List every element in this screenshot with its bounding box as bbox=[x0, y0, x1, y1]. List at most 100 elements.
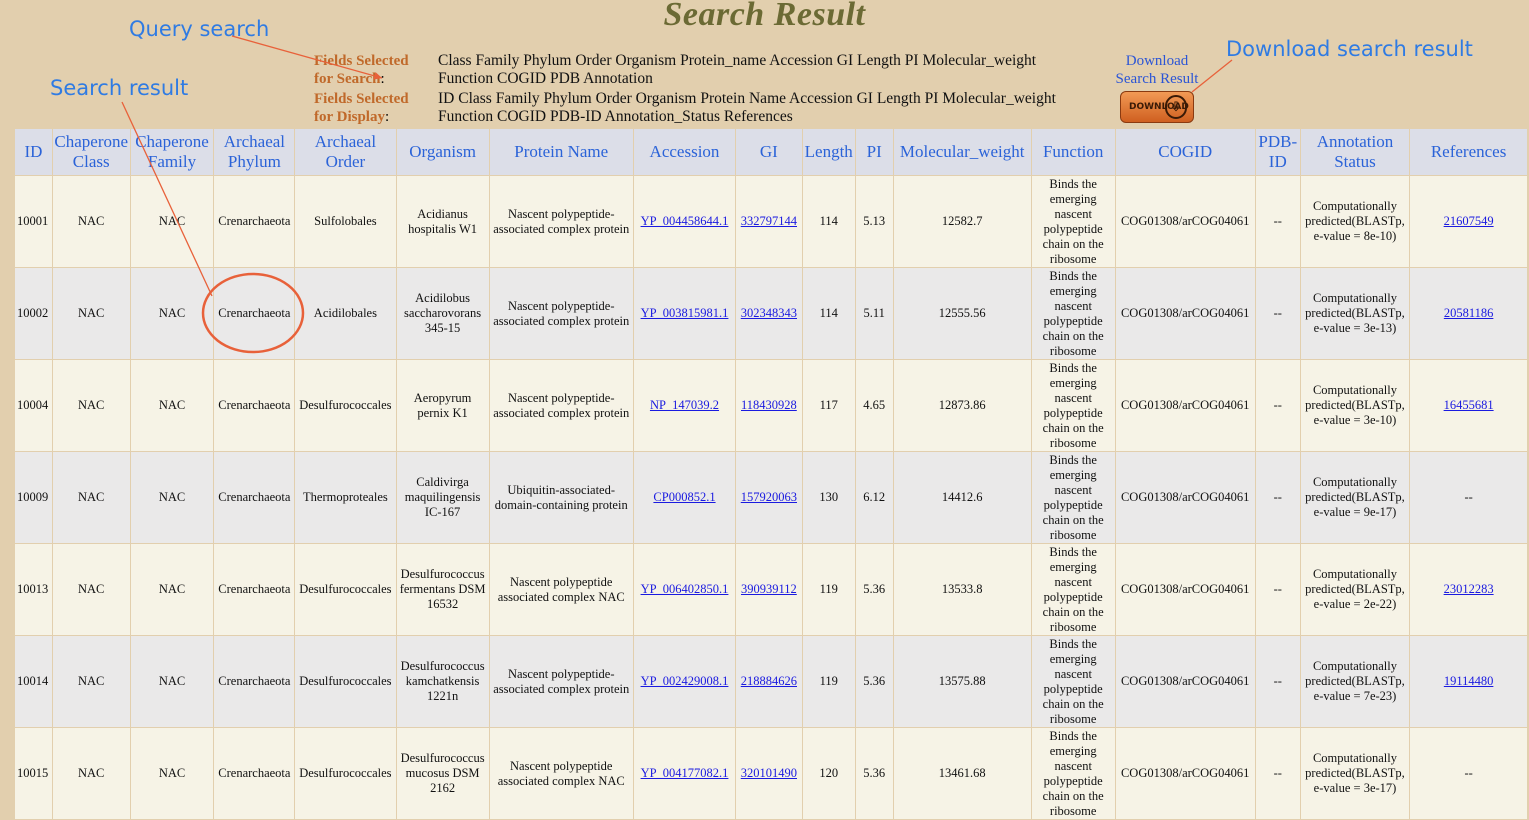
accession-link[interactable]: YP_004458644.1 bbox=[641, 214, 729, 228]
accession-link[interactable]: CP000852.1 bbox=[653, 490, 715, 504]
gi-link[interactable]: 302348343 bbox=[741, 306, 797, 320]
download-arrow-icon: ⇩ bbox=[1165, 95, 1187, 119]
column-header: ID bbox=[14, 128, 53, 176]
archaeal-order-cell: Thermoproteales bbox=[294, 451, 397, 544]
protein-name-cell: Nascent polypeptide-associated complex p… bbox=[488, 267, 634, 360]
reference-link[interactable]: 20581186 bbox=[1444, 306, 1494, 320]
gi-link[interactable]: 157920063 bbox=[741, 490, 797, 504]
protein-name-cell: Nascent polypeptide-associated complex p… bbox=[488, 175, 634, 268]
accession-cell: CP000852.1 bbox=[632, 451, 737, 544]
function-cell: Binds the emerging nascent polypeptide c… bbox=[1030, 727, 1116, 820]
gi-cell: 332797144 bbox=[735, 175, 803, 268]
molecular-weight-cell: 12582.7 bbox=[892, 175, 1032, 268]
query-search-annotation: Query search bbox=[129, 17, 270, 41]
chaperone-class-cell: NAC bbox=[51, 359, 131, 452]
column-header: GI bbox=[735, 128, 803, 176]
archaeal-order-cell: Desulfurococcales bbox=[294, 635, 397, 728]
function-cell: Binds the emerging nascent polypeptide c… bbox=[1030, 267, 1116, 360]
annotation-status-cell: Computationally predicted(BLASTp, e-valu… bbox=[1299, 175, 1411, 268]
pi-cell: 5.11 bbox=[854, 267, 894, 360]
pdb-id-cell: -- bbox=[1254, 727, 1301, 820]
reference-cell: 19114480 bbox=[1409, 635, 1528, 728]
gi-link[interactable]: 390939112 bbox=[741, 582, 797, 596]
archaeal-order-cell: Desulfurococcales bbox=[294, 543, 397, 636]
accession-link[interactable]: YP_002429008.1 bbox=[641, 674, 729, 688]
gi-cell: 320101490 bbox=[735, 727, 803, 820]
accession-link[interactable]: NP_147039.2 bbox=[650, 398, 719, 412]
chaperone-family-cell: NAC bbox=[129, 543, 215, 636]
gi-link[interactable]: 218884626 bbox=[741, 674, 797, 688]
archaeal-phylum-cell: Crenarchaeota bbox=[213, 451, 296, 544]
function-cell: Binds the emerging nascent polypeptide c… bbox=[1030, 359, 1116, 452]
length-cell: 120 bbox=[801, 727, 856, 820]
length-cell: 114 bbox=[801, 267, 856, 360]
accession-link[interactable]: YP_006402850.1 bbox=[641, 582, 729, 596]
pi-cell: 5.36 bbox=[854, 543, 894, 636]
pdb-id-cell: -- bbox=[1254, 359, 1301, 452]
chaperone-class-cell: NAC bbox=[51, 727, 131, 820]
accession-link[interactable]: YP_004177082.1 bbox=[641, 766, 729, 780]
column-header: COGID bbox=[1114, 128, 1256, 176]
pdb-id-cell: -- bbox=[1254, 635, 1301, 728]
chaperone-class-cell: NAC bbox=[51, 175, 131, 268]
length-cell: 119 bbox=[801, 543, 856, 636]
cogid-cell: COG01308/arCOG04061 bbox=[1114, 543, 1256, 636]
pi-cell: 5.36 bbox=[854, 727, 894, 820]
table-row: 10004 NAC NAC Crenarchaeota Desulfurococcale… bbox=[14, 359, 1528, 452]
archaeal-order-cell: Acidilobales bbox=[294, 267, 397, 360]
gi-link[interactable]: 332797144 bbox=[741, 214, 797, 228]
id-cell: 10015 bbox=[14, 727, 53, 820]
column-header: Organism bbox=[395, 128, 490, 176]
accession-link[interactable]: YP_003815981.1 bbox=[641, 306, 729, 320]
column-header: Archaeal Order bbox=[294, 128, 397, 176]
reference-link[interactable]: 16455681 bbox=[1444, 398, 1494, 412]
annotation-status-cell: Computationally predicted(BLASTp, e-valu… bbox=[1299, 543, 1411, 636]
molecular-weight-cell: 13461.68 bbox=[892, 727, 1032, 820]
archaeal-order-cell: Sulfolobales bbox=[294, 175, 397, 268]
archaeal-phylum-cell: Crenarchaeota bbox=[213, 175, 296, 268]
organism-cell: Acidilobus saccharovorans 345-15 bbox=[395, 267, 490, 360]
pi-cell: 4.65 bbox=[854, 359, 894, 452]
gi-cell: 157920063 bbox=[735, 451, 803, 544]
reference-link[interactable]: 21607549 bbox=[1444, 214, 1494, 228]
protein-name-cell: Nascent polypeptide associated complex N… bbox=[488, 727, 634, 820]
archaeal-order-cell: Desulfurococcales bbox=[294, 359, 397, 452]
gi-cell: 218884626 bbox=[735, 635, 803, 728]
table-row: 10014 NAC NAC Crenarchaeota Desulfurococcale… bbox=[14, 635, 1528, 728]
column-header: PI bbox=[854, 128, 894, 176]
archaeal-phylum-cell: Crenarchaeota bbox=[213, 635, 296, 728]
table-row: 10001 NAC NAC Crenarchaeota Sulfolobales Acid… bbox=[14, 175, 1528, 268]
pi-cell: 6.12 bbox=[854, 451, 894, 544]
column-header: References bbox=[1409, 128, 1528, 176]
chaperone-family-cell: NAC bbox=[129, 727, 215, 820]
molecular-weight-cell: 13575.88 bbox=[892, 635, 1032, 728]
accession-cell: YP_004458644.1 bbox=[632, 175, 737, 268]
organism-cell: Caldivirga maquilingensis IC-167 bbox=[395, 451, 490, 544]
reference-cell: -- bbox=[1409, 727, 1528, 820]
function-cell: Binds the emerging nascent polypeptide c… bbox=[1030, 451, 1116, 544]
chaperone-family-cell: NAC bbox=[129, 175, 215, 268]
gi-link[interactable]: 118430928 bbox=[741, 398, 797, 412]
gi-link[interactable]: 320101490 bbox=[741, 766, 797, 780]
organism-cell: Desulfurococcus fermentans DSM 16532 bbox=[395, 543, 490, 636]
column-header: PDB-ID bbox=[1254, 128, 1301, 176]
chaperone-class-cell: NAC bbox=[51, 267, 131, 360]
results-table: ID Chaperone Class Chaperone Family Arch… bbox=[14, 128, 1528, 820]
download-button[interactable]: DOWNLOAD ⇩ bbox=[1120, 91, 1194, 123]
reference-link[interactable]: 23012283 bbox=[1444, 582, 1494, 596]
reference-cell: 23012283 bbox=[1409, 543, 1528, 636]
annotation-status-cell: Computationally predicted(BLASTp, e-valu… bbox=[1299, 727, 1411, 820]
id-cell: 10013 bbox=[14, 543, 53, 636]
function-cell: Binds the emerging nascent polypeptide c… bbox=[1030, 635, 1116, 728]
organism-cell: Aeropyrum pernix K1 bbox=[395, 359, 490, 452]
search-result-annotation: Search result bbox=[50, 76, 189, 100]
chaperone-class-cell: NAC bbox=[51, 451, 131, 544]
download-search-result-link[interactable]: Download Search Result bbox=[1108, 52, 1206, 88]
id-cell: 10014 bbox=[14, 635, 53, 728]
reference-link[interactable]: 19114480 bbox=[1444, 674, 1494, 688]
function-cell: Binds the emerging nascent polypeptide c… bbox=[1030, 175, 1116, 268]
accession-cell: YP_004177082.1 bbox=[632, 727, 737, 820]
length-cell: 117 bbox=[801, 359, 856, 452]
table-row: 10009 NAC NAC Crenarchaeota Thermoproteales C… bbox=[14, 451, 1528, 544]
column-header: Archaeal Phylum bbox=[213, 128, 296, 176]
